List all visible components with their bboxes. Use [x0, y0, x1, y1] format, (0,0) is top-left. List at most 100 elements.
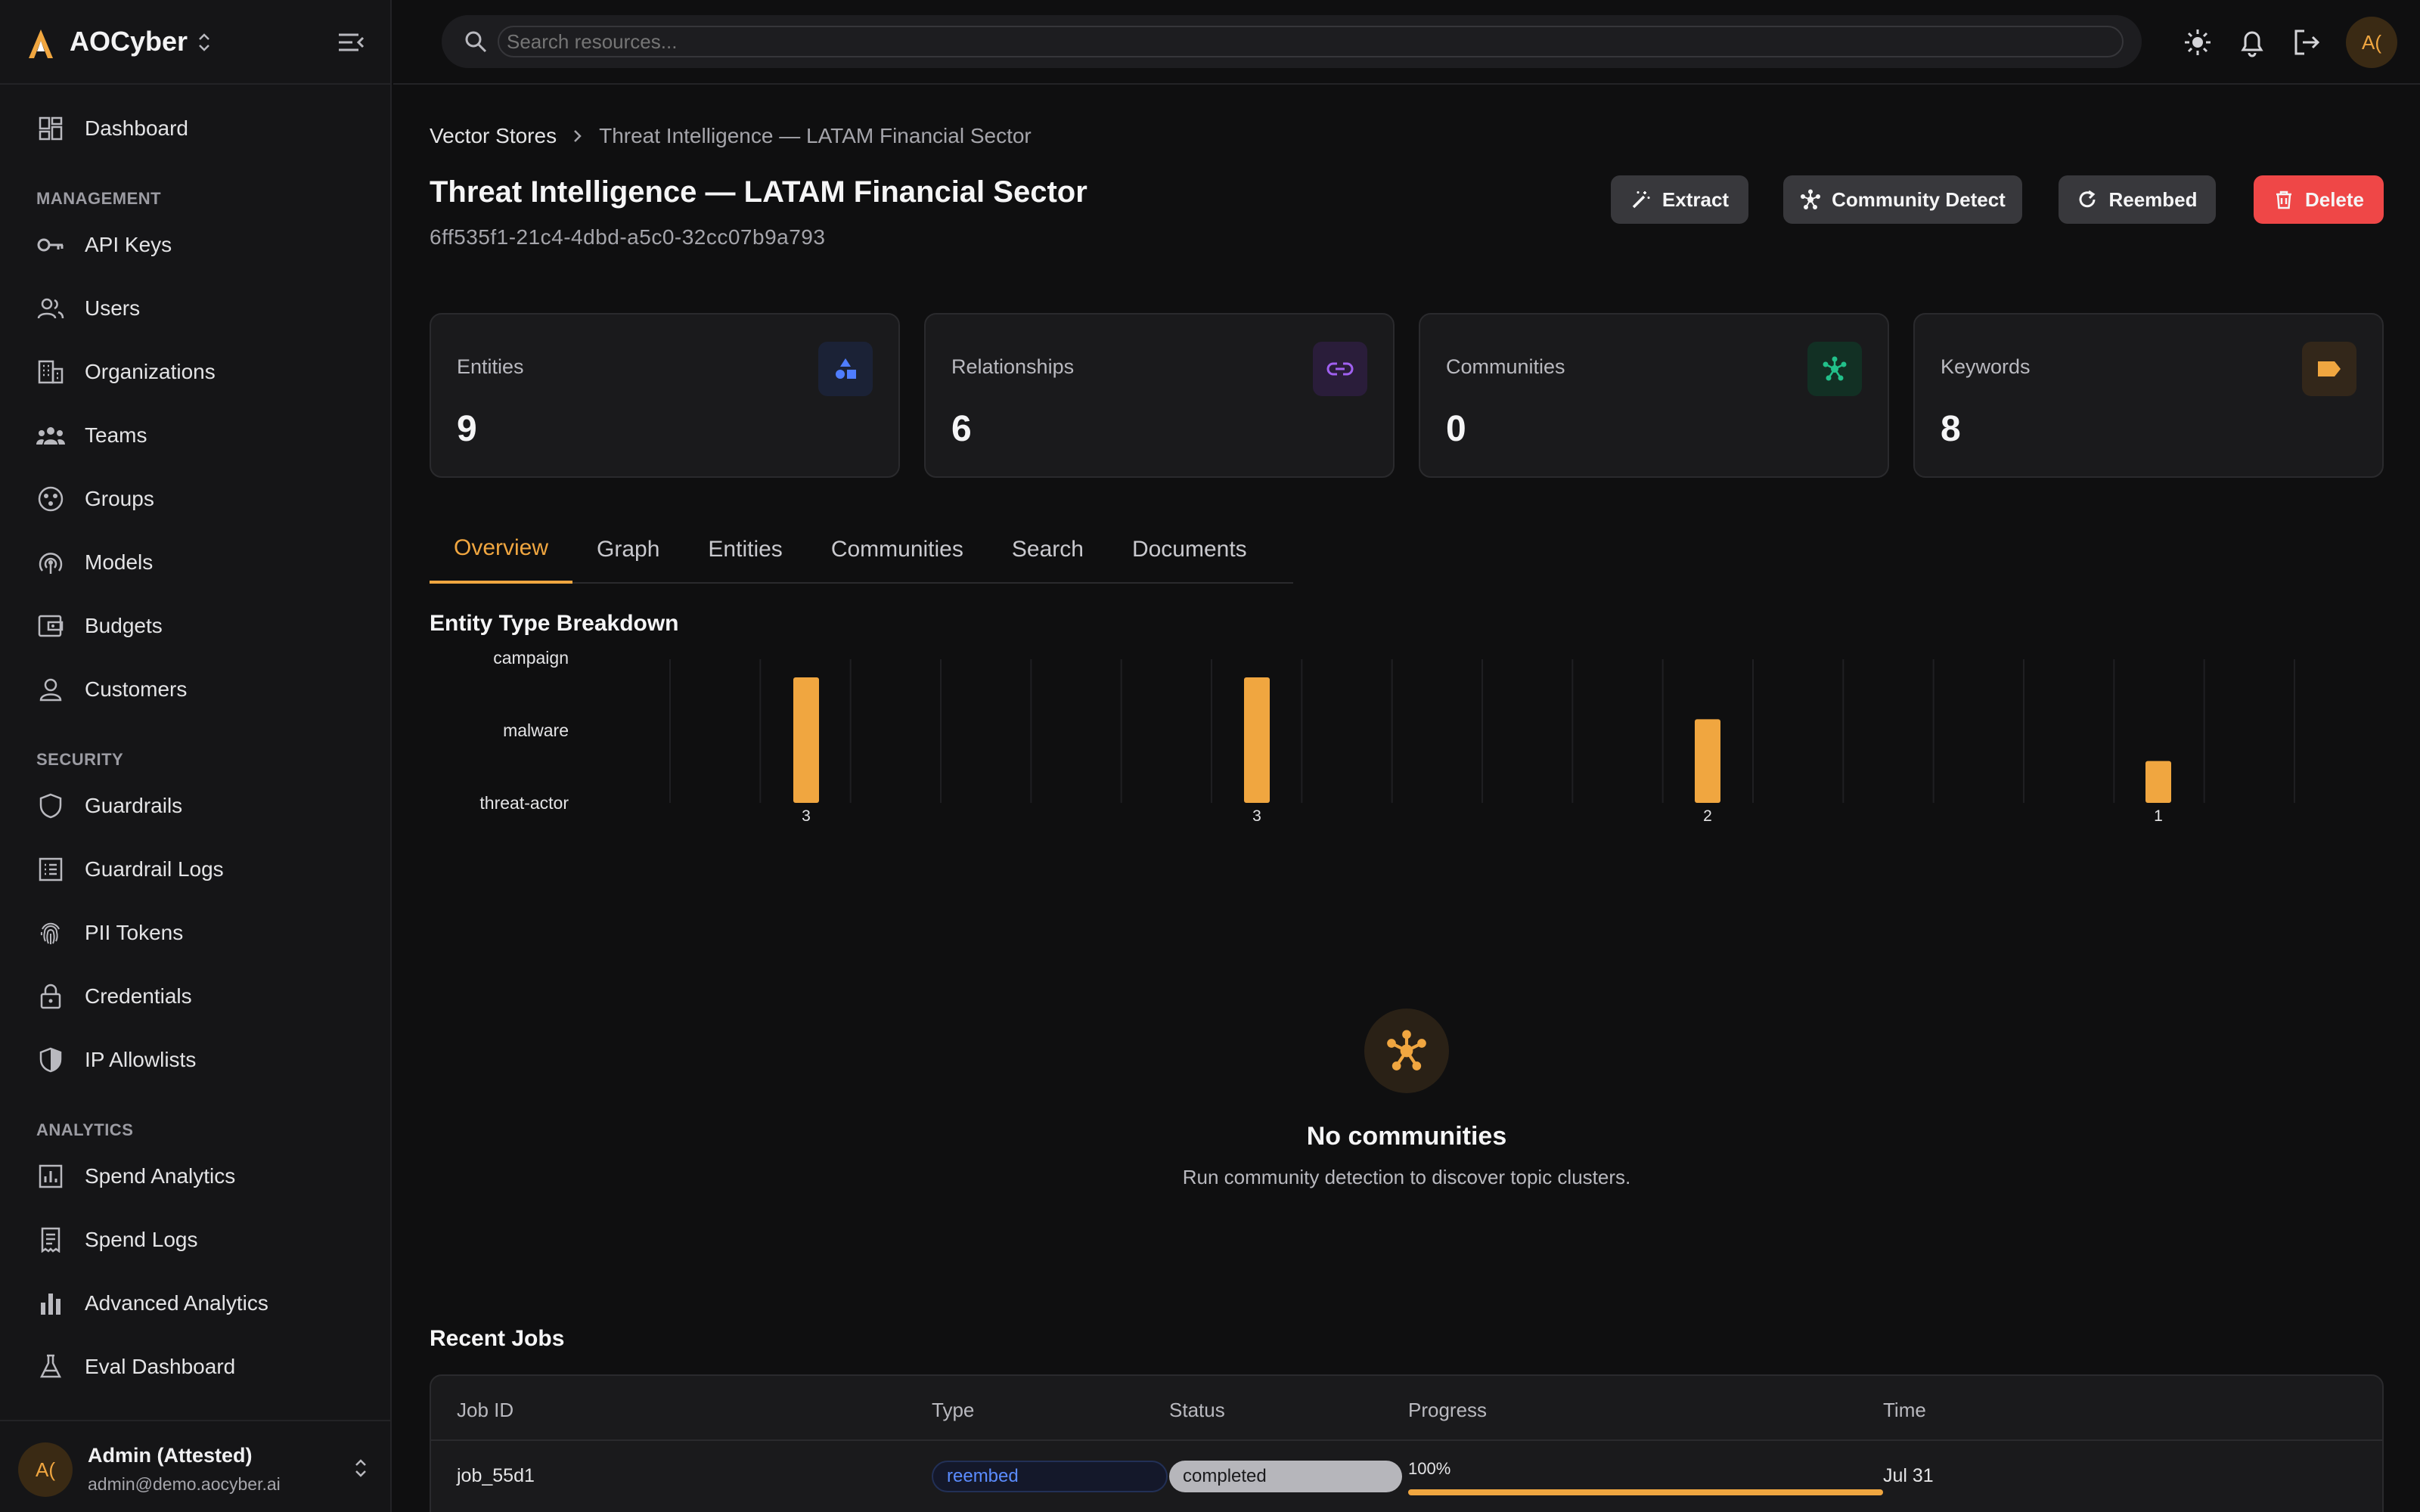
tab-search[interactable]: Search [988, 516, 1108, 584]
delete-button[interactable]: Delete [2254, 175, 2384, 224]
extract-button[interactable]: Extract [1611, 175, 1748, 224]
search-input[interactable] [498, 26, 2124, 57]
logout-button[interactable] [2290, 26, 2323, 59]
tag-icon [2318, 361, 2341, 376]
progress-label: 100% [1408, 1459, 1451, 1478]
user-email: admin@demo.aocyber.ai [88, 1474, 281, 1494]
wallet-icon [36, 612, 65, 640]
search-bar[interactable] [442, 15, 2142, 68]
notifications-button[interactable] [2235, 26, 2269, 59]
sidebar-item-label: Spend Analytics [85, 1164, 236, 1188]
reembed-button[interactable]: Reembed [2059, 175, 2216, 224]
logout-icon [2294, 29, 2320, 55]
column-header: Time [1883, 1399, 1926, 1421]
stat-value: 0 [1446, 409, 1466, 449]
hub-icon [1823, 356, 1847, 381]
stat-card-keywords: Keywords 8 [1913, 313, 2384, 478]
community-detect-button[interactable]: Community Detect [1783, 175, 2022, 224]
sun-icon [2185, 29, 2211, 55]
sidebar-item-ip-allowlists[interactable]: IP Allowlists [36, 1037, 369, 1083]
sidebar: AOCyber Dashboard MANAGEMENT API Keys Us… [0, 0, 392, 1512]
log-icon [36, 855, 65, 884]
y-category-label: malware [503, 720, 569, 740]
sidebar-item-label: Guardrail Logs [85, 857, 224, 881]
breadcrumb: Vector Stores Threat Intelligence — LATA… [430, 124, 1032, 148]
stat-icon-box [2302, 342, 2356, 396]
sidebar-item-teams[interactable]: Teams [36, 413, 369, 458]
model-icon [36, 548, 65, 577]
breadcrumb-current: Threat Intelligence — LATAM Financial Se… [599, 124, 1032, 147]
sidebar-item-guardrails[interactable]: Guardrails [36, 783, 369, 829]
entity-type-chart: campaign malware threat-actor 3 3 2 1 [479, 648, 2295, 825]
trash-icon [2276, 191, 2291, 209]
sidebar-item-spend-logs[interactable]: Spend Logs [36, 1217, 369, 1263]
stat-value: 8 [1941, 409, 1961, 449]
progress-bar [1408, 1489, 1883, 1495]
sidebar-item-label: API Keys [85, 233, 172, 256]
sidebar-item-api-keys[interactable]: API Keys [36, 222, 369, 268]
sidebar-item-budgets[interactable]: Budgets [36, 603, 369, 649]
tab-communities[interactable]: Communities [807, 516, 988, 584]
brand-logo-icon [29, 29, 53, 58]
sidebar-item-models[interactable]: Models [36, 540, 369, 585]
groups-icon [36, 485, 65, 513]
avatar[interactable]: A( [2346, 17, 2397, 68]
org-switch-icon[interactable] [195, 30, 213, 54]
page-title: Threat Intelligence — LATAM Financial Se… [430, 175, 1087, 209]
sidebar-item-label: IP Allowlists [85, 1048, 197, 1071]
section-management: MANAGEMENT [36, 189, 162, 208]
empty-state-icon-box [1364, 1009, 1449, 1093]
flask-icon [36, 1352, 65, 1381]
sidebar-item-label: Credentials [85, 984, 192, 1008]
tab-graph[interactable]: Graph [572, 516, 684, 584]
chart-bar [793, 677, 819, 803]
chart-bar [1244, 677, 1270, 803]
stat-value: 9 [457, 409, 477, 449]
sidebar-item-groups[interactable]: Groups [36, 476, 369, 522]
sidebar-item-dashboard[interactable]: Dashboard [36, 106, 369, 151]
user-menu[interactable]: A( Admin (Attested) admin@demo.aocyber.a… [0, 1420, 392, 1512]
tab-entities[interactable]: Entities [684, 516, 806, 584]
tab-overview[interactable]: Overview [430, 516, 573, 584]
stat-card-entities: Entities 9 [430, 313, 900, 478]
sidebar-item-guardrail-logs[interactable]: Guardrail Logs [36, 847, 369, 892]
stat-label: Entities [457, 355, 524, 378]
job-id[interactable]: job_55d1 [457, 1465, 535, 1487]
theme-toggle-button[interactable] [2181, 26, 2214, 59]
receipt-icon [36, 1225, 65, 1254]
sidebar-item-label: Spend Logs [85, 1228, 198, 1251]
tab-documents[interactable]: Documents [1108, 516, 1271, 584]
chart-bar [1695, 719, 1720, 803]
y-category-label: threat-actor [479, 793, 569, 813]
sidebar-item-credentials[interactable]: Credentials [36, 974, 369, 1019]
sidebar-item-advanced-analytics[interactable]: Advanced Analytics [36, 1281, 369, 1326]
column-header: Type [932, 1399, 975, 1421]
job-type-badge: reembed [932, 1461, 1168, 1492]
user-name: Admin (Attested) [88, 1444, 253, 1467]
sidebar-item-spend-analytics[interactable]: Spend Analytics [36, 1154, 369, 1199]
sidebar-item-label: Eval Dashboard [85, 1355, 236, 1378]
chart-title: Entity Type Breakdown [430, 611, 679, 636]
chevron-updown-icon[interactable] [352, 1456, 369, 1480]
sidebar-item-customers[interactable]: Customers [36, 667, 369, 712]
bar-chart-icon [36, 1289, 65, 1318]
customer-icon [36, 675, 65, 704]
analytics-icon [36, 1162, 65, 1191]
breadcrumb-vector-stores[interactable]: Vector Stores [430, 124, 557, 148]
recent-jobs-title: Recent Jobs [430, 1326, 565, 1351]
progress-fill [1408, 1489, 1883, 1495]
collapse-sidebar-icon[interactable] [336, 29, 366, 56]
job-time: Jul 31 [1883, 1465, 1934, 1486]
extract-label: Extract [1661, 187, 1730, 211]
stat-icon-box [1807, 342, 1862, 396]
sidebar-item-users[interactable]: Users [36, 286, 369, 331]
chart-bar [2145, 761, 2171, 803]
divider [431, 1439, 2382, 1441]
search-icon [465, 31, 487, 53]
shield-icon [36, 792, 65, 820]
sidebar-item-organizations[interactable]: Organizations [36, 349, 369, 395]
column-header: Progress [1408, 1399, 1488, 1421]
sidebar-item-eval-dashboard[interactable]: Eval Dashboard [36, 1344, 369, 1390]
sidebar-item-pii-tokens[interactable]: PII Tokens [36, 910, 369, 956]
sidebar-item-label: Dashboard [85, 116, 188, 140]
